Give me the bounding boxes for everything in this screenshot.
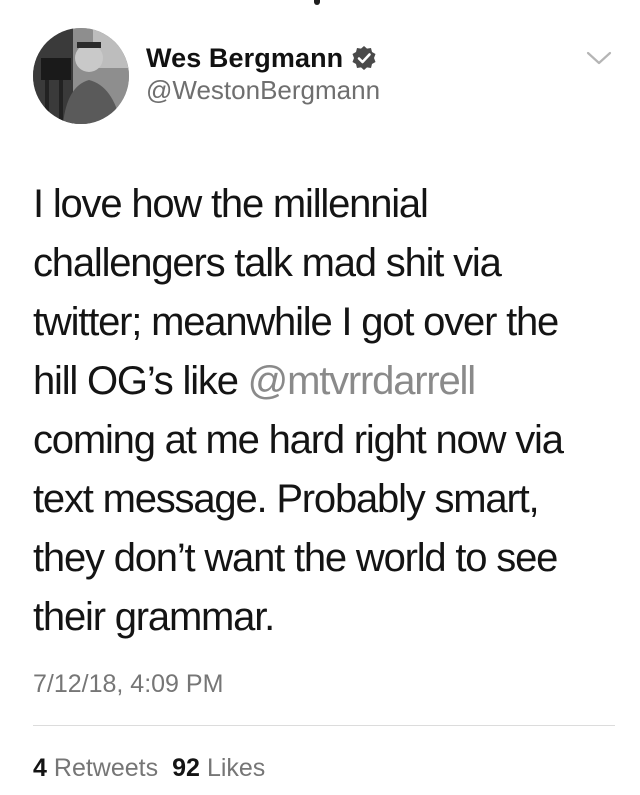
tweet-text-line: hill OG’s like bbox=[33, 359, 248, 403]
tweet-timestamp[interactable]: 7/12/18, 4:09 PM bbox=[33, 670, 223, 699]
top-edge-mark bbox=[314, 0, 320, 5]
chevron-down-icon bbox=[586, 50, 612, 71]
tweet-text-line: challengers talk mad shit via bbox=[33, 241, 502, 285]
likes-count: 92 bbox=[172, 754, 200, 782]
retweets-label: Retweets bbox=[53, 754, 159, 782]
avatar-photo bbox=[33, 28, 129, 124]
display-name[interactable]: Wes Bergmann bbox=[146, 43, 343, 74]
tweet-text-line: twitter; meanwhile I got over the bbox=[33, 300, 559, 344]
tweet-text-line: I love how the millennial bbox=[33, 182, 429, 226]
display-name-row: Wes Bergmann bbox=[146, 38, 377, 78]
tweet-stats: 4 Retweets 92 Likes bbox=[33, 754, 265, 783]
likes-label: Likes bbox=[206, 754, 266, 782]
retweets-stat[interactable]: 4 Retweets bbox=[33, 754, 158, 783]
tweet-card: Wes Bergmann @WestonBergmann I love how … bbox=[0, 0, 640, 795]
tweet-text-line: text message. Probably smart, bbox=[33, 477, 540, 521]
divider bbox=[33, 725, 615, 726]
tweet-menu-button[interactable] bbox=[584, 48, 614, 72]
tweet-text-line: coming at me hard right now via bbox=[33, 418, 564, 462]
mention-link[interactable]: @mtvrrdarrell bbox=[248, 359, 476, 403]
avatar[interactable] bbox=[33, 28, 129, 124]
tweet-text: I love how the millennial challengers ta… bbox=[33, 175, 613, 647]
retweets-count: 4 bbox=[33, 754, 47, 782]
tweet-text-line: they don’t want the world to see bbox=[33, 536, 558, 580]
verified-badge-icon bbox=[351, 45, 377, 71]
tweet-text-line: their grammar. bbox=[33, 595, 275, 639]
likes-stat[interactable]: 92 Likes bbox=[172, 754, 265, 783]
user-handle[interactable]: @WestonBergmann bbox=[146, 75, 380, 106]
